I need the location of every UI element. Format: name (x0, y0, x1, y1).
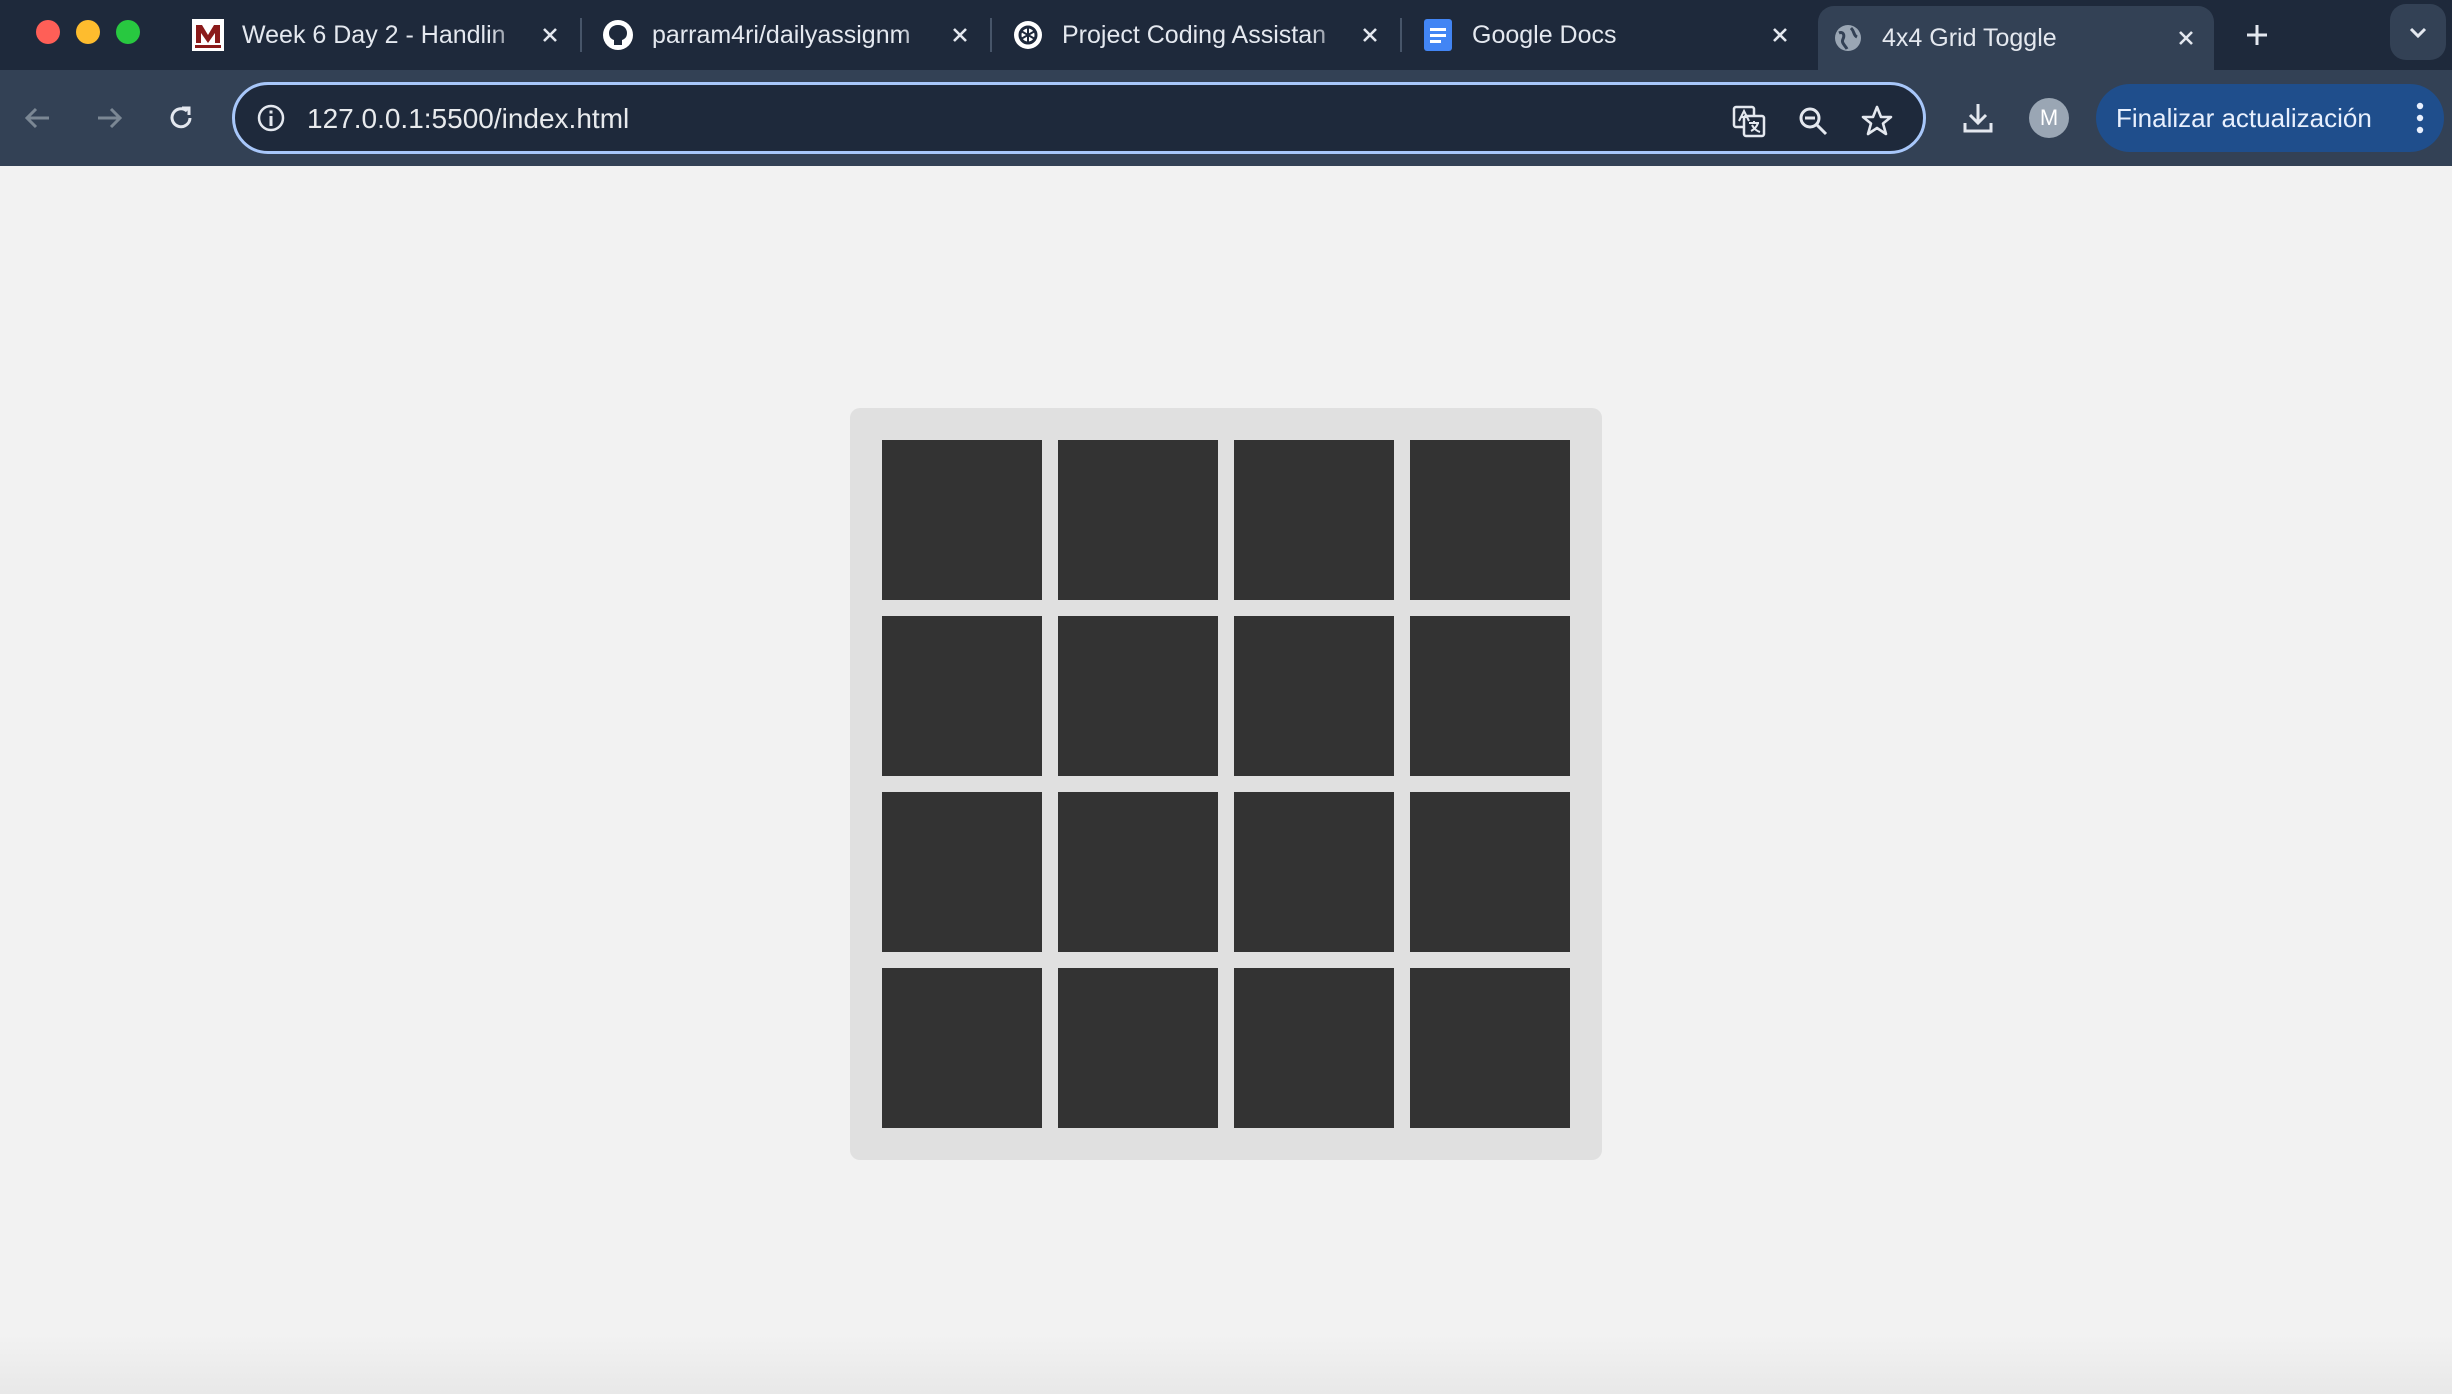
close-tab-icon[interactable] (530, 15, 570, 55)
reload-button[interactable] (157, 94, 205, 142)
google-docs-icon (1422, 19, 1454, 51)
tab-search-button[interactable] (2390, 4, 2446, 60)
new-tab-button[interactable] (2234, 12, 2280, 58)
globe-icon (1832, 22, 1864, 54)
zoom-icon[interactable] (1793, 101, 1833, 141)
viewport-bottom-shade (0, 1334, 2452, 1394)
more-vert-icon (2416, 102, 2424, 134)
tab-google-docs[interactable]: Google Docs (1408, 6, 1808, 64)
grid-cell[interactable] (1234, 440, 1394, 600)
tab-week6[interactable]: Week 6 Day 2 - Handlin (178, 6, 578, 64)
update-button-label: Finalizar actualización (2116, 102, 2372, 133)
grid-container (850, 408, 1602, 1160)
chatgpt-icon (1012, 19, 1044, 51)
grid-cell[interactable] (1410, 440, 1570, 600)
plus-icon (2247, 25, 2267, 45)
github-icon (602, 19, 634, 51)
close-tab-icon[interactable] (1350, 15, 1390, 55)
close-tab-icon[interactable] (1760, 15, 1800, 55)
chevron-down-icon (2409, 27, 2427, 39)
arrow-right-icon (98, 107, 123, 129)
minimize-window-button[interactable] (76, 20, 100, 44)
tab-strip: Week 6 Day 2 - Handlin parram4ri/dailyas… (0, 0, 2452, 70)
tab-separator (1400, 18, 1402, 52)
profile-avatar[interactable]: M (2029, 98, 2069, 138)
download-icon (1963, 104, 1993, 133)
reload-icon (170, 106, 192, 129)
close-tab-icon[interactable] (940, 15, 980, 55)
grid-cell[interactable] (882, 440, 1042, 600)
translate-icon[interactable] (1729, 101, 1769, 141)
tab-github[interactable]: parram4ri/dailyassignm (588, 6, 988, 64)
forward-button[interactable] (85, 94, 133, 142)
url-text[interactable]: 127.0.0.1:5500/index.html (307, 103, 629, 135)
grid-cell[interactable] (1410, 968, 1570, 1128)
tab-grid-toggle[interactable]: 4x4 Grid Toggle (1818, 6, 2214, 70)
grid-cell[interactable] (1058, 968, 1218, 1128)
finish-update-button[interactable]: Finalizar actualización (2096, 84, 2444, 152)
address-bar[interactable]: 127.0.0.1:5500/index.html (232, 82, 1926, 154)
tab-title: Week 6 Day 2 - Handlin (242, 20, 530, 50)
mtech-logo-icon (192, 19, 224, 51)
grid-cell[interactable] (1410, 616, 1570, 776)
site-info-icon[interactable] (255, 102, 287, 134)
page-viewport (0, 166, 2452, 1394)
tab-chatgpt[interactable]: Project Coding Assistan (998, 6, 1398, 64)
grid-cell[interactable] (1234, 792, 1394, 952)
bookmark-star-icon[interactable] (1857, 101, 1897, 141)
grid-cell[interactable] (882, 968, 1042, 1128)
tab-separator (990, 18, 992, 52)
tab-title: Google Docs (1472, 20, 1760, 50)
close-tab-icon[interactable] (2166, 18, 2206, 58)
grid-cell[interactable] (1058, 440, 1218, 600)
close-window-button[interactable] (36, 20, 60, 44)
grid-cell[interactable] (882, 616, 1042, 776)
back-button[interactable] (14, 94, 62, 142)
maximize-window-button[interactable] (116, 20, 140, 44)
grid-cell[interactable] (1410, 792, 1570, 952)
grid-cell[interactable] (1058, 616, 1218, 776)
tab-title: Project Coding Assistan (1062, 20, 1350, 50)
arrow-left-icon (24, 107, 49, 129)
tab-title: parram4ri/dailyassignm (652, 20, 940, 50)
grid-cell[interactable] (882, 792, 1042, 952)
grid-cell[interactable] (1234, 968, 1394, 1128)
browser-toolbar: 127.0.0.1:5500/index.html M Finalizar ac… (0, 70, 2452, 166)
tab-title: 4x4 Grid Toggle (1882, 23, 2166, 53)
downloads-button[interactable] (1954, 94, 2002, 142)
grid-cell[interactable] (1234, 616, 1394, 776)
tab-separator (580, 18, 582, 52)
grid-cell[interactable] (1058, 792, 1218, 952)
